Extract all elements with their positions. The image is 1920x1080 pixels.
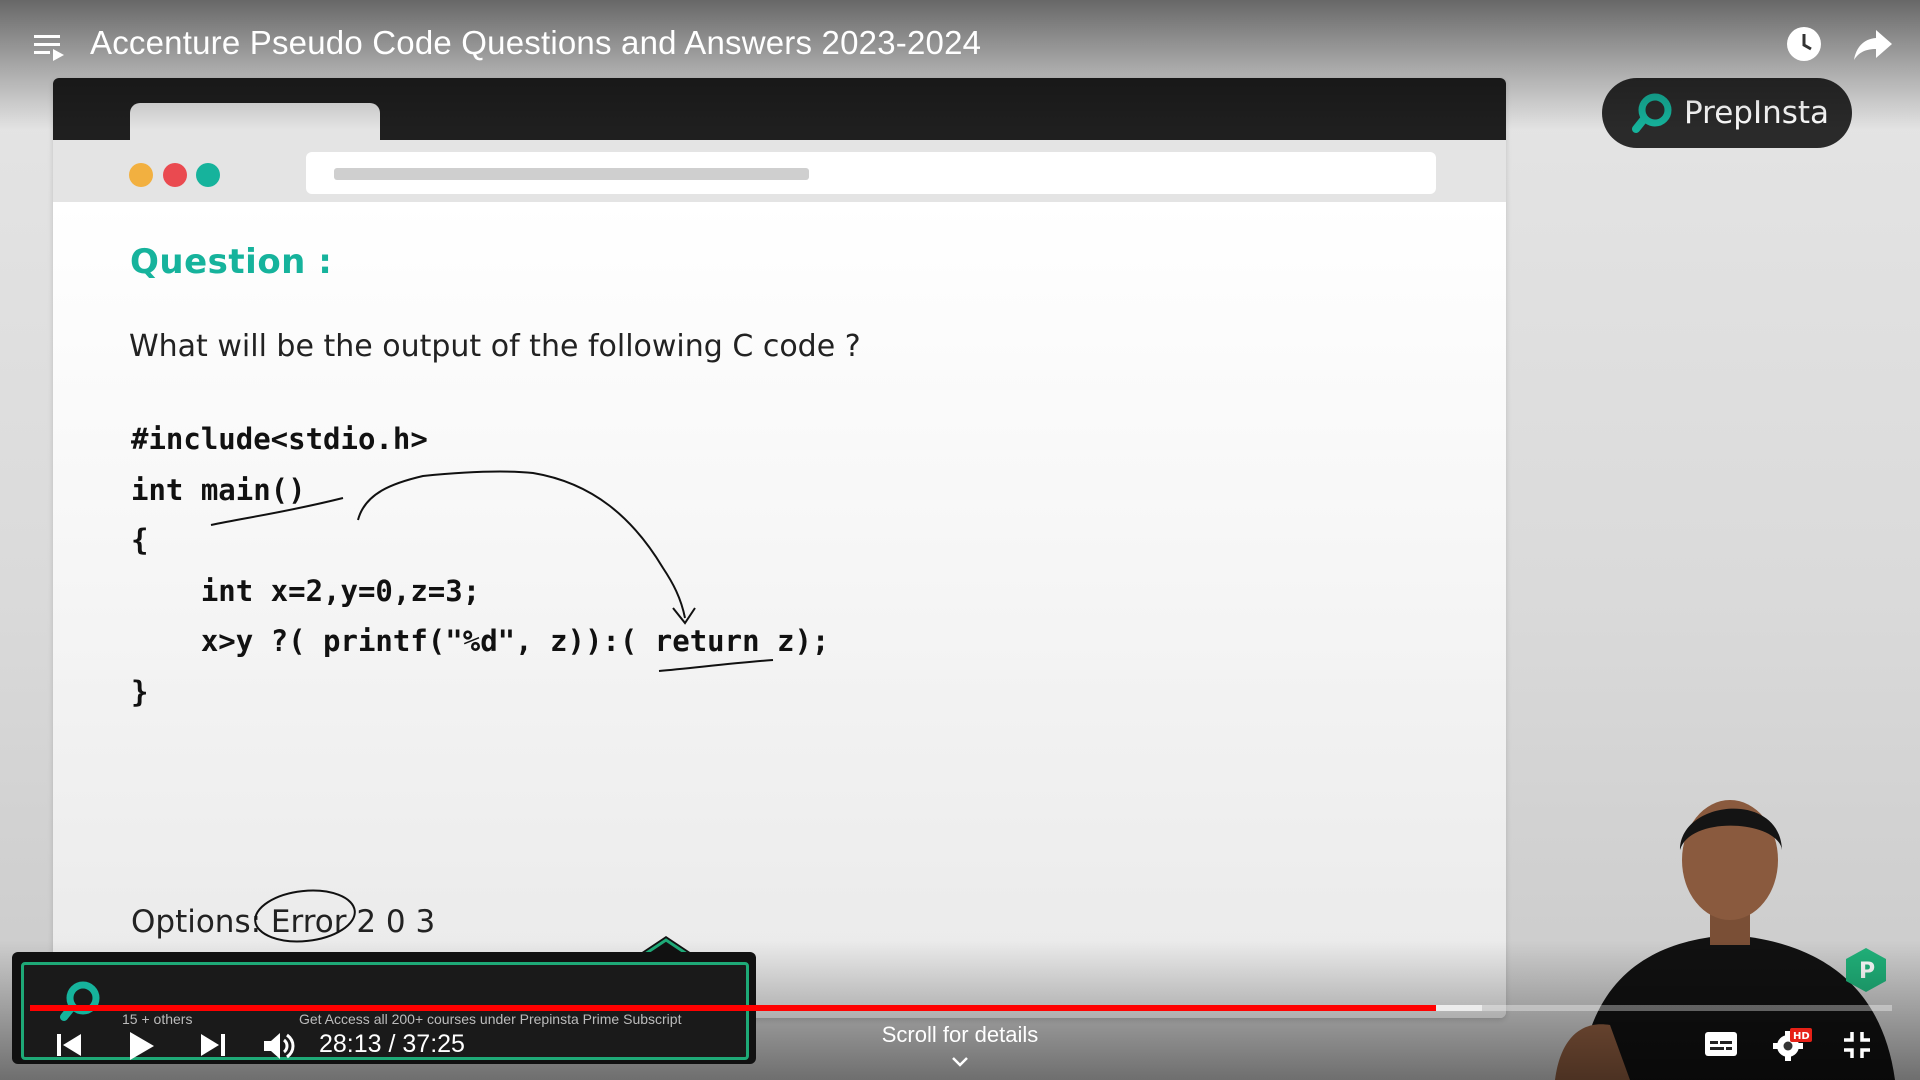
slide-browser-window: Question : What will be the output of th… xyxy=(53,78,1506,1018)
answer-options: Options: Error 2 0 3 xyxy=(131,904,436,940)
hd-badge: HD xyxy=(1793,1031,1810,1042)
settings-button[interactable]: HD xyxy=(1772,1026,1812,1062)
address-bar xyxy=(306,152,1436,194)
card-logo-icon xyxy=(60,981,100,1021)
prepinsta-logo-badge: PrepInsta xyxy=(1602,78,1852,148)
playlist-icon[interactable] xyxy=(32,30,66,64)
code-line: int x=2,y=0,z=3; xyxy=(131,573,481,608)
question-heading: Question : xyxy=(130,242,333,282)
code-line: } xyxy=(131,674,149,709)
code-line: x>y ?( printf("%d", z)):( return z); xyxy=(131,624,830,658)
brand-name: PrepInsta xyxy=(1684,95,1830,131)
gear-icon: HD xyxy=(1773,1028,1812,1061)
code-block: #include<stdio.h> int main() { int x=2,y… xyxy=(131,414,829,717)
captions-icon[interactable] xyxy=(1704,1030,1738,1058)
svg-text:P: P xyxy=(1859,959,1875,984)
browser-tab xyxy=(130,103,380,143)
question-prompt: What will be the output of the following… xyxy=(129,329,861,364)
watch-later-icon[interactable] xyxy=(1784,24,1824,64)
window-dot-green xyxy=(196,163,220,187)
video-frame[interactable]: Question : What will be the output of th… xyxy=(0,0,1920,1080)
chevron-down-icon[interactable] xyxy=(950,1056,970,1068)
progress-played xyxy=(30,1005,1437,1011)
share-icon[interactable] xyxy=(1852,24,1894,64)
scroll-for-details[interactable]: Scroll for details xyxy=(0,1022,1920,1048)
code-line: { xyxy=(131,523,149,557)
exit-fullscreen-icon[interactable] xyxy=(1842,1030,1872,1060)
video-title[interactable]: Accenture Pseudo Code Questions and Answ… xyxy=(90,24,981,62)
progress-bar[interactable] xyxy=(30,1005,1892,1011)
code-line: int main() xyxy=(131,472,306,507)
code-line: #include<stdio.h> xyxy=(131,422,428,456)
channel-watermark-icon: P xyxy=(1846,948,1886,992)
slide-content: Question : What will be the output of th… xyxy=(53,202,1506,1018)
window-dot-yellow xyxy=(129,163,153,187)
window-dot-red xyxy=(163,163,187,187)
prepinsta-logo-icon xyxy=(1632,93,1672,133)
